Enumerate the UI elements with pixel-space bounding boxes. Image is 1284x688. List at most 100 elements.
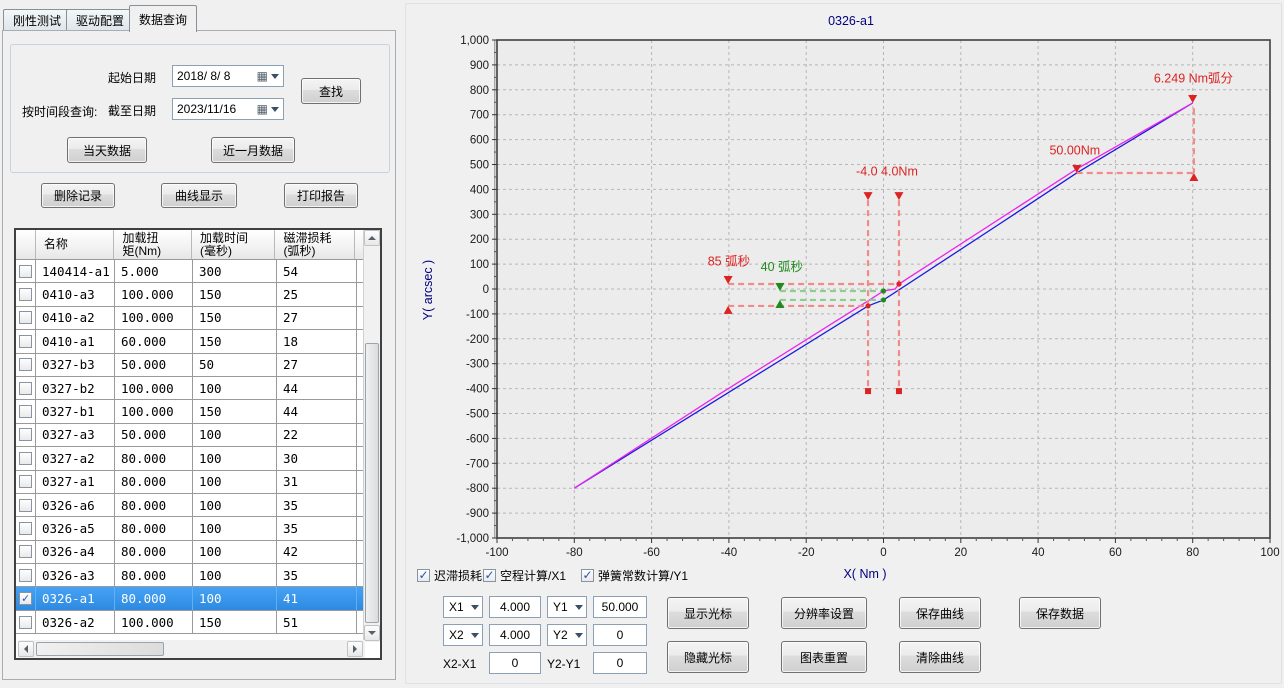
row-checkbox[interactable]	[19, 405, 32, 418]
y2-value-field[interactable]: 0	[593, 624, 647, 646]
cell-time: 100	[193, 517, 277, 539]
chart-annotation: 50.00Nm	[1049, 144, 1100, 158]
x1-value-field[interactable]: 4.000	[489, 596, 541, 618]
table-row[interactable]: 0410-a160.00015018	[16, 330, 363, 353]
checkbox-backlash-calc[interactable]: 空程计算/X1	[483, 567, 566, 584]
svg-text:-200: -200	[466, 334, 489, 346]
calendar-icon[interactable]: ▦	[257, 103, 268, 115]
delete-record-button[interactable]: 删除记录	[41, 183, 115, 208]
hide-cursor-button[interactable]: 隐藏光标	[667, 641, 749, 673]
row-checkbox[interactable]	[19, 569, 32, 582]
y1-value-field[interactable]: 50.000	[593, 596, 647, 618]
cell-torque: 80.000	[115, 494, 193, 516]
row-checkbox[interactable]	[19, 592, 32, 605]
row-checkbox[interactable]	[19, 616, 32, 629]
start-date-picker[interactable]: 2018/ 8/ 8 ▦	[172, 65, 284, 87]
cell-time: 150	[193, 400, 277, 422]
print-report-button[interactable]: 打印报告	[284, 183, 358, 208]
resolution-settings-button[interactable]: 分辨率设置	[781, 597, 867, 629]
table-horizontal-scrollbar[interactable]	[18, 640, 365, 658]
table-row[interactable]: 0326-a380.00010035	[16, 564, 363, 587]
table-row[interactable]: 0326-a480.00010042	[16, 541, 363, 564]
y1-combo[interactable]: Y1	[547, 596, 587, 618]
vertical-scroll-thumb[interactable]	[365, 343, 379, 623]
clear-curve-button[interactable]: 清除曲线	[899, 641, 981, 673]
table-row[interactable]: 0326-a580.00010035	[16, 517, 363, 540]
date-dropdown-icon[interactable]	[271, 74, 279, 79]
row-checkbox[interactable]	[19, 265, 32, 278]
table-row[interactable]: 0326-a680.00010035	[16, 494, 363, 517]
svg-text:900: 900	[470, 60, 489, 72]
calendar-icon[interactable]: ▦	[257, 70, 268, 82]
cell-name: 0327-a2	[36, 447, 115, 469]
today-data-button[interactable]: 当天数据	[67, 137, 147, 163]
checkbox-hysteresis-loss[interactable]: 迟滞损耗	[417, 567, 482, 584]
table-row[interactable]: 0327-a280.00010030	[16, 447, 363, 470]
search-button[interactable]: 查找	[301, 78, 361, 104]
cell-name: 0326-a2	[36, 611, 115, 633]
x1-combo[interactable]: X1	[443, 596, 483, 618]
table-row[interactable]: 0326-a180.00010041	[16, 587, 363, 610]
table-row[interactable]: 0327-a350.00010022	[16, 424, 363, 447]
tab-drive-config[interactable]: 驱动配置	[66, 9, 134, 31]
cell-name: 0410-a2	[36, 307, 115, 329]
scroll-up-button[interactable]	[364, 230, 380, 246]
table-row[interactable]: 0410-a3100.00015025	[16, 283, 363, 306]
row-checkbox[interactable]	[19, 382, 32, 395]
checkbox-spring-constant-calc[interactable]: 弹簧常数计算/Y1	[581, 567, 688, 584]
table-body: 140414-a15.000300540410-a3100.0001502504…	[16, 260, 363, 634]
table-row[interactable]: 0327-a180.00010031	[16, 471, 363, 494]
table-row[interactable]: 140414-a15.00030054	[16, 260, 363, 283]
end-date-picker[interactable]: 2023/11/16 ▦	[172, 98, 284, 120]
row-checkbox[interactable]	[19, 545, 32, 558]
checkbox-icon	[483, 569, 496, 582]
curve-display-button[interactable]: 曲线显示	[161, 183, 237, 208]
cell-time: 150	[193, 307, 277, 329]
row-checkbox[interactable]	[19, 522, 32, 535]
row-checkbox[interactable]	[19, 335, 32, 348]
dx-value-field[interactable]: 0	[489, 652, 541, 674]
scroll-right-button[interactable]	[347, 641, 363, 657]
row-checkbox[interactable]	[19, 311, 32, 324]
table-row[interactable]: 0327-b2100.00010044	[16, 377, 363, 400]
chart-annotation: -4.0 4.0Nm	[856, 165, 918, 179]
table-row[interactable]: 0327-b350.0005027	[16, 354, 363, 377]
row-checkbox-cell	[16, 283, 36, 305]
horizontal-scroll-thumb[interactable]	[36, 642, 164, 656]
svg-text:600: 600	[470, 135, 489, 147]
y-axis-label: Y( arcsec )	[421, 260, 435, 320]
date-dropdown-icon[interactable]	[271, 107, 279, 112]
cell-time: 100	[193, 587, 277, 609]
row-checkbox[interactable]	[19, 452, 32, 465]
chart-reset-button[interactable]: 图表重置	[781, 641, 867, 673]
scroll-down-button[interactable]	[364, 625, 380, 641]
dy-value-field[interactable]: 0	[593, 652, 647, 674]
scroll-left-button[interactable]	[18, 641, 34, 657]
row-checkbox-cell	[16, 494, 36, 516]
row-checkbox[interactable]	[19, 499, 32, 512]
cell-loss: 44	[277, 400, 357, 422]
table-row[interactable]: 0410-a2100.00015027	[16, 307, 363, 330]
row-checkbox[interactable]	[19, 288, 32, 301]
svg-text:200: 200	[470, 234, 489, 246]
table-row[interactable]: 0326-a2100.00015051	[16, 611, 363, 634]
month-data-button[interactable]: 近一月数据	[211, 137, 295, 163]
row-checkbox[interactable]	[19, 358, 32, 371]
row-checkbox[interactable]	[19, 475, 32, 488]
tab-rigidity-test[interactable]: 刚性测试	[3, 9, 71, 31]
table-vertical-scrollbar[interactable]	[363, 230, 380, 642]
row-checkbox[interactable]	[19, 428, 32, 441]
x2-combo[interactable]: X2	[443, 624, 483, 646]
cell-name: 0327-b3	[36, 354, 115, 376]
cell-torque: 80.000	[115, 541, 193, 563]
table-row[interactable]: 0327-b1100.00015044	[16, 400, 363, 423]
save-data-button[interactable]: 保存数据	[1019, 597, 1101, 629]
chevron-down-icon	[471, 633, 479, 638]
show-cursor-button[interactable]: 显示光标	[667, 597, 749, 629]
header-partial-col	[355, 230, 363, 259]
tab-data-query[interactable]: 数据查询	[129, 5, 197, 32]
x2-value-field[interactable]: 4.000	[489, 624, 541, 646]
save-curve-button[interactable]: 保存曲线	[899, 597, 981, 629]
row-checkbox-cell	[16, 400, 36, 422]
y2-combo[interactable]: Y2	[547, 624, 587, 646]
